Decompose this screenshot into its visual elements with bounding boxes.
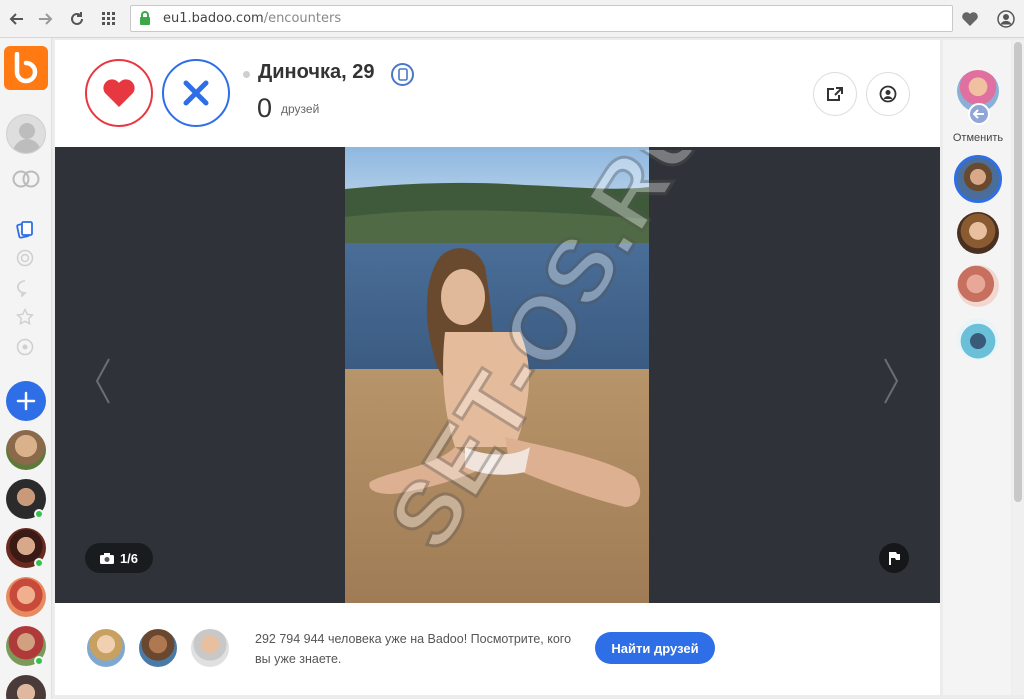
url-host: eu1.badoo.com <box>163 11 264 26</box>
promo-strip: 292 794 944 человека уже на Badoo! Посмо… <box>55 603 940 695</box>
page-scrollbar[interactable] <box>1012 40 1024 695</box>
pass-button[interactable] <box>162 59 230 127</box>
undo-label[interactable]: Отменить <box>943 132 1013 144</box>
mobile-icon <box>391 63 414 86</box>
heart-icon <box>103 79 135 107</box>
queue-profile-avatar[interactable] <box>957 318 999 360</box>
find-friends-button[interactable]: Найти друзей <box>595 632 715 664</box>
lock-icon <box>140 11 150 25</box>
friends-count: 0 <box>257 93 273 123</box>
visitors-eye-icon[interactable] <box>14 336 36 358</box>
camera-icon <box>99 552 114 564</box>
profile-photo[interactable] <box>345 147 649 603</box>
share-button[interactable] <box>813 72 857 116</box>
account-icon[interactable] <box>994 8 1018 30</box>
messages-icon[interactable] <box>14 277 36 299</box>
promo-text: 292 794 944 человека уже на Badoo! Посмо… <box>255 632 572 666</box>
queue-profile-avatar[interactable] <box>957 212 999 254</box>
online-indicator <box>34 509 44 519</box>
share-icon <box>827 87 843 101</box>
credits-toggle-icon[interactable] <box>10 168 42 190</box>
encounters-card: Диночка, 29 0 друзей 1/6 292 794 944 чел… <box>55 40 940 695</box>
url-text: eu1.badoo.com/encounters <box>163 11 341 26</box>
apps-grid-icon[interactable] <box>98 8 120 30</box>
back-arrow-icon[interactable] <box>6 8 28 30</box>
photo-counter: 1/6 <box>85 543 153 573</box>
like-button[interactable] <box>85 59 153 127</box>
people-nearby-icon[interactable] <box>14 247 36 269</box>
profile-button[interactable] <box>866 72 910 116</box>
undo-icon[interactable] <box>968 103 990 125</box>
promo-avatar <box>85 627 127 669</box>
right-sidebar: Отменить <box>943 40 1011 695</box>
badoo-logo[interactable] <box>4 46 48 90</box>
promo-avatar <box>137 627 179 669</box>
url-path: /encounters <box>263 11 342 26</box>
online-indicator <box>34 558 44 568</box>
encounters-cards-icon[interactable] <box>14 218 36 240</box>
user-circle-icon <box>879 85 897 103</box>
online-status-dot <box>243 71 250 78</box>
next-photo-arrow-icon[interactable] <box>881 357 901 405</box>
queue-profile-avatar[interactable] <box>957 265 999 307</box>
contact-avatar[interactable] <box>6 430 46 470</box>
report-flag-button[interactable] <box>879 543 909 573</box>
bookmark-heart-icon[interactable] <box>958 8 982 30</box>
contact-avatar[interactable] <box>6 577 46 617</box>
photo-counter-text: 1/6 <box>119 550 139 566</box>
current-profile-avatar[interactable] <box>954 155 1002 203</box>
favorites-star-icon[interactable] <box>14 306 36 328</box>
address-bar[interactable]: eu1.badoo.com/encounters <box>130 5 953 32</box>
browser-toolbar: eu1.badoo.com/encounters <box>0 0 1024 38</box>
add-button[interactable] <box>6 381 46 421</box>
reload-icon[interactable] <box>66 8 88 30</box>
contact-avatar[interactable] <box>6 675 46 699</box>
forward-arrow-icon[interactable] <box>34 8 56 30</box>
friends-label: друзей <box>281 102 320 116</box>
previous-photo-arrow-icon[interactable] <box>93 357 113 405</box>
left-sidebar <box>0 38 52 699</box>
flag-icon <box>888 552 900 565</box>
profile-name: Диночка, 29 <box>258 61 375 83</box>
close-icon <box>183 80 209 106</box>
my-profile-avatar[interactable] <box>6 114 46 154</box>
promo-avatar <box>189 627 231 669</box>
photo-viewer: 1/6 <box>55 147 940 603</box>
scrollbar-thumb[interactable] <box>1014 42 1022 502</box>
online-indicator <box>34 656 44 666</box>
